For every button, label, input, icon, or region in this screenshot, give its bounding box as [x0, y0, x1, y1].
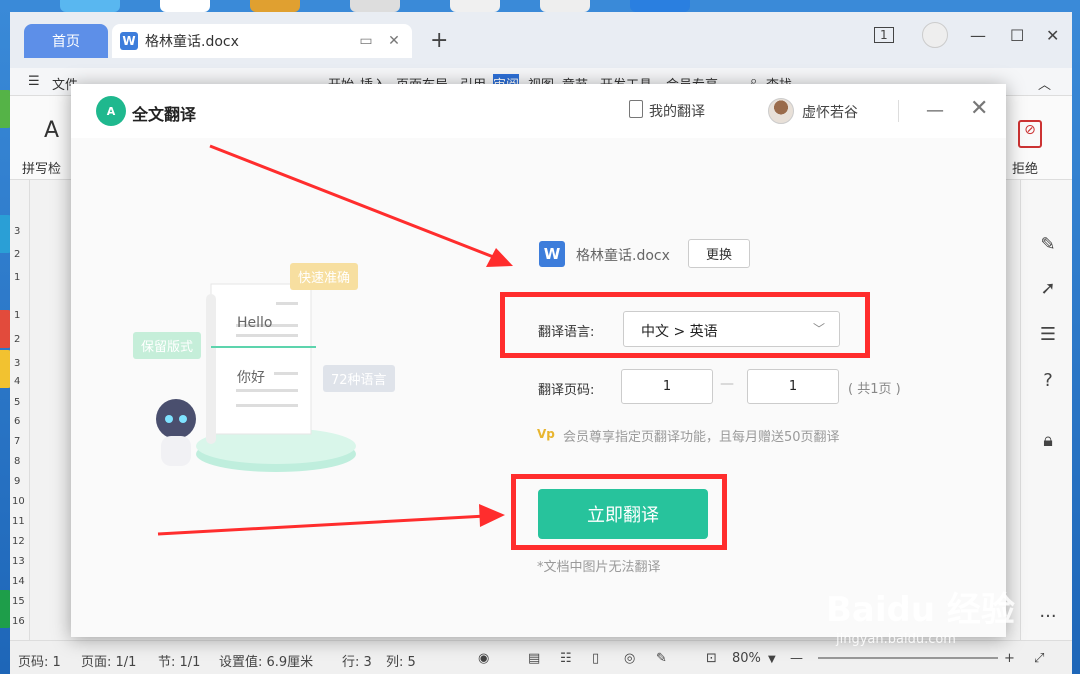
baidu-watermark: Baidu 经验	[826, 590, 1015, 630]
arrow-to-button-head	[479, 504, 505, 527]
baidu-watermark-url: jingyan.baidu.com	[836, 632, 956, 647]
arrow-to-file	[209, 144, 497, 260]
arrow-to-button	[157, 514, 487, 536]
arrow-to-file-head	[486, 248, 513, 267]
annotation-arrows	[157, 144, 513, 536]
